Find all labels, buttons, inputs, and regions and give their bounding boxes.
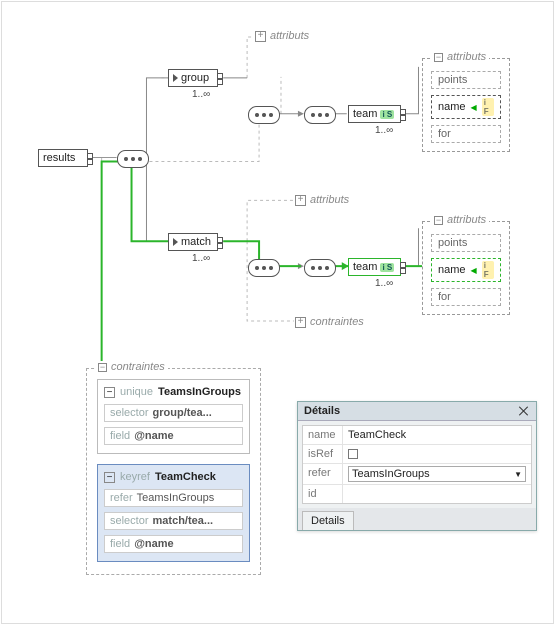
row-refer: refer TeamsInGroups▼: [303, 464, 531, 485]
plus-icon: +: [295, 317, 306, 328]
attributs-title: attributs: [447, 51, 486, 63]
chevron-down-icon: ▼: [514, 470, 522, 479]
connector-icon: [217, 73, 223, 85]
minus-icon: −: [104, 387, 115, 398]
kv-selector: selectorgroup/tea...: [104, 404, 243, 422]
expander-attributs[interactable]: + attributs: [255, 30, 309, 42]
sequence-compositor[interactable]: [304, 259, 336, 280]
tab-details[interactable]: Details: [302, 511, 354, 530]
arrow-left-icon: ◀: [471, 266, 477, 275]
row-name: name TeamCheck: [303, 426, 531, 445]
identity-badge: i S: [380, 110, 394, 119]
refer-dropdown[interactable]: TeamsInGroups▼: [348, 466, 526, 482]
expander-contraintes[interactable]: + contraintes: [295, 316, 364, 328]
plus-icon: +: [255, 31, 266, 42]
constraint-keyref[interactable]: − keyref TeamCheck referTeamsInGroups se…: [97, 464, 250, 562]
expand-icon: [173, 238, 178, 246]
isref-checkbox[interactable]: [348, 449, 358, 459]
element-results[interactable]: results: [38, 149, 88, 167]
cardinality-label: 1..∞: [375, 125, 393, 136]
label: contraintes: [310, 316, 364, 328]
constraint-name: TeamCheck: [155, 471, 216, 483]
panel-tabs: Details: [298, 508, 536, 530]
connector-icon: [217, 237, 223, 249]
panel-header[interactable]: Détails: [298, 402, 536, 421]
attributs-box-top: −attributs points name◀i F for: [422, 58, 510, 152]
kv-refer: referTeamsInGroups: [104, 489, 243, 507]
attributs-title: attributs: [447, 214, 486, 226]
element-label: match: [181, 236, 211, 248]
expand-icon: [173, 74, 178, 82]
constraints-title: contraintes: [111, 361, 165, 373]
cardinality-label: 1..∞: [192, 89, 210, 100]
constraint-tag: unique: [120, 386, 153, 398]
element-match[interactable]: match: [168, 233, 218, 251]
constraint-unique[interactable]: − unique TeamsInGroups selectorgroup/tea…: [97, 379, 250, 454]
id-value[interactable]: [343, 485, 531, 503]
attr-for[interactable]: for: [431, 125, 501, 143]
expander-attributs[interactable]: + attributs: [295, 194, 349, 206]
element-team-group[interactable]: team i S: [348, 105, 401, 123]
element-label: group: [181, 72, 209, 84]
plus-icon: +: [295, 195, 306, 206]
label: attributs: [270, 30, 309, 42]
element-team-match[interactable]: team i S: [348, 258, 401, 276]
connector-icon: [400, 262, 406, 274]
element-group[interactable]: group: [168, 69, 218, 87]
name-value[interactable]: TeamCheck: [348, 429, 406, 441]
details-panel: Détails name TeamCheck isRef refer Teams…: [297, 401, 537, 531]
cardinality-label: 1..∞: [192, 253, 210, 264]
arrow-left-icon: ◀: [471, 103, 477, 112]
attr-points[interactable]: points: [431, 234, 501, 252]
identity-badge: i S: [380, 263, 394, 272]
cardinality-label: 1..∞: [375, 278, 393, 289]
sequence-compositor[interactable]: [304, 106, 336, 127]
ref-badge: i F: [482, 98, 494, 116]
attr-name[interactable]: name◀i F: [431, 258, 501, 282]
sequence-compositor[interactable]: [117, 150, 149, 171]
connector-icon: [400, 109, 406, 121]
label: attributs: [310, 194, 349, 206]
row-isref: isRef: [303, 445, 531, 464]
attr-for[interactable]: for: [431, 288, 501, 306]
kv-field: field@name: [104, 535, 243, 553]
connector-icon: [87, 153, 93, 165]
sequence-compositor[interactable]: [248, 259, 280, 280]
constraint-tag: keyref: [120, 471, 150, 483]
sequence-compositor[interactable]: [248, 106, 280, 127]
attributs-box-bottom: −attributs points name◀i F for: [422, 221, 510, 315]
attr-points[interactable]: points: [431, 71, 501, 89]
element-label: team: [353, 108, 377, 120]
constraint-name: TeamsInGroups: [158, 386, 241, 398]
minus-icon: −: [104, 472, 115, 483]
kv-field: field@name: [104, 427, 243, 445]
panel-title: Détails: [304, 405, 340, 417]
attr-name[interactable]: name◀i F: [431, 95, 501, 119]
ref-badge: i F: [482, 261, 494, 279]
kv-selector: selectormatch/tea...: [104, 512, 243, 530]
close-icon[interactable]: [518, 405, 530, 417]
element-label: team: [353, 261, 377, 273]
row-id: id: [303, 485, 531, 503]
constraints-box: −contraintes − unique TeamsInGroups sele…: [86, 368, 261, 575]
element-label: results: [43, 152, 75, 164]
